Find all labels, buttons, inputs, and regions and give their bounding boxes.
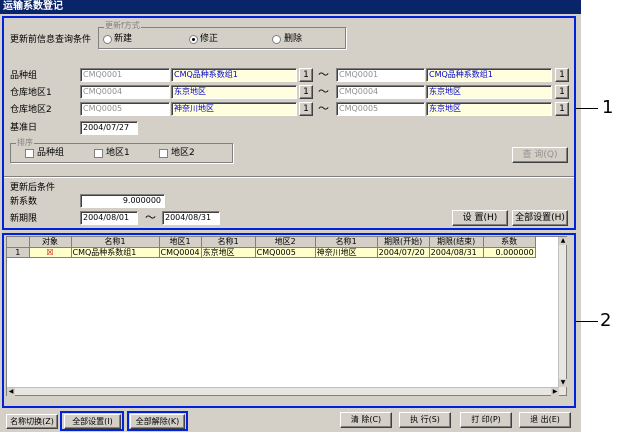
callout-label-1: 1 bbox=[602, 97, 614, 118]
callout-line-2 bbox=[576, 321, 598, 322]
rename-toggle-button[interactable]: 名称切换(Z) bbox=[6, 414, 58, 429]
callout-label-2: 2 bbox=[600, 310, 612, 331]
window-title: 运输系数登记 bbox=[0, 0, 581, 14]
print-button[interactable]: 打 印(P) bbox=[460, 412, 512, 428]
callout-line-1 bbox=[576, 108, 598, 109]
annotation-box-2 bbox=[2, 233, 576, 408]
annotation-box-clear-all bbox=[127, 411, 188, 431]
execute-button[interactable]: 执 行(S) bbox=[399, 412, 451, 428]
exit-button[interactable]: 退 出(E) bbox=[519, 412, 571, 428]
annotation-box-set-all bbox=[60, 411, 124, 431]
clear-button[interactable]: 清 除(C) bbox=[340, 412, 392, 428]
annotation-box-1 bbox=[2, 16, 576, 230]
